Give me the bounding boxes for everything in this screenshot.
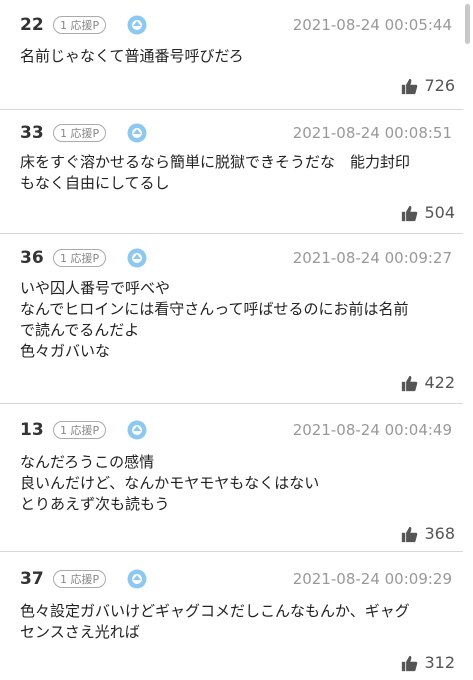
thumbs-up-icon — [402, 78, 418, 94]
comment-date: 2021-08-24 00:09:27 — [292, 249, 452, 267]
comment-text: 床をすぐ溶かせるなら簡単に脱獄できそうだな 能力封印 もなく自由にしてるし — [20, 152, 450, 194]
cheer-icon[interactable] — [127, 420, 147, 440]
comment-meta: 37 1 応援P 2021-08-24 00:09:29 — [20, 566, 460, 592]
like-count: 368 — [424, 524, 455, 543]
comment-line: とりあえず次も読もう — [20, 495, 170, 513]
comment-line: 色々設定ガバいけどギャグコメだしこんなもんか、ギャグ — [20, 602, 410, 620]
comment-line: なんだろうこの感情 — [20, 453, 155, 471]
comment-line: 名前じゃなくて普通番号呼びだろ — [20, 47, 244, 65]
comment-line: 良いんだけど、なんかモヤモヤもなくはない — [20, 474, 320, 492]
comment-date: 2021-08-24 00:09:29 — [292, 570, 452, 588]
cheer-icon[interactable] — [127, 15, 147, 35]
comment-meta: 13 1 応援P 2021-08-24 00:04:49 — [20, 417, 460, 443]
comment-meta: 36 1 応援P 2021-08-24 00:09:27 — [20, 245, 460, 271]
comment-item: 22 1 応援P 2021-08-24 00:05:44 名前じゃなくて普通番号… — [0, 0, 463, 110]
comment-number: 37 — [20, 569, 44, 589]
comment-text: なんだろうこの感情 良いんだけど、なんかモヤモヤもなくはない とりあえず次も読も… — [20, 452, 450, 515]
comment-text: 名前じゃなくて普通番号呼びだろ — [20, 46, 450, 67]
comment-line: なんでヒロインには看守さんって呼ばせるのにお前は名前 — [20, 300, 409, 318]
comment-meta: 22 1 応援P 2021-08-24 00:05:44 — [20, 12, 460, 38]
comment-line: センスさえ光れば — [20, 623, 140, 641]
comment-line: もなく自由にしてるし — [20, 174, 170, 192]
thumbs-up-icon — [402, 526, 418, 542]
comment-date: 2021-08-24 00:04:49 — [292, 421, 452, 439]
comment-item: 13 1 応援P 2021-08-24 00:04:49 なんだろうこの感情 良… — [0, 404, 463, 552]
comment-line: いや囚人番号で呼べや — [20, 279, 171, 297]
comment-number: 33 — [20, 123, 44, 143]
comment-date: 2021-08-24 00:05:44 — [292, 16, 452, 34]
like-count: 312 — [424, 653, 455, 672]
thumbs-up-icon — [402, 375, 418, 391]
cheer-points-badge: 1 応援P — [53, 16, 107, 34]
like-count: 504 — [424, 203, 455, 222]
like-button[interactable]: 726 — [401, 75, 455, 97]
cheer-points-badge: 1 応援P — [53, 421, 107, 439]
like-button[interactable]: 504 — [401, 202, 455, 224]
comment-date: 2021-08-24 00:08:51 — [292, 124, 452, 142]
cheer-icon[interactable] — [127, 123, 147, 143]
cheer-icon[interactable] — [127, 248, 147, 268]
scrollbar[interactable] — [465, 4, 470, 44]
comment-number: 36 — [20, 248, 44, 268]
comment-item: 37 1 応援P 2021-08-24 00:09:29 色々設定ガバいけどギャ… — [0, 552, 463, 680]
comment-number: 22 — [20, 15, 44, 35]
comment-text: いや囚人番号で呼べや なんでヒロインには看守さんって呼ばせるのにお前は名前 で読… — [20, 278, 450, 362]
cheer-icon[interactable] — [127, 569, 147, 589]
comment-line: 色々ガバいな — [20, 342, 111, 360]
comment-item: 36 1 応援P 2021-08-24 00:09:27 いや囚人番号で呼べや … — [0, 234, 463, 404]
comment-line: で読んでるんだよ — [20, 321, 140, 339]
like-button[interactable]: 422 — [401, 372, 455, 394]
comment-line: 床をすぐ溶かせるなら簡単に脱獄できそうだな 能力封印 — [20, 153, 411, 171]
thumbs-up-icon — [402, 205, 418, 221]
comment-meta: 33 1 応援P 2021-08-24 00:08:51 — [20, 120, 460, 146]
cheer-points-badge: 1 応援P — [53, 249, 107, 267]
comment-text: 色々設定ガバいけどギャグコメだしこんなもんか、ギャグ センスさえ光れば — [20, 601, 450, 643]
like-count: 422 — [424, 373, 455, 392]
comment-number: 13 — [20, 420, 44, 440]
like-count: 726 — [424, 76, 455, 95]
like-button[interactable]: 368 — [401, 523, 455, 545]
cheer-points-badge: 1 応援P — [53, 124, 107, 142]
thumbs-up-icon — [402, 655, 418, 671]
comment-item: 33 1 応援P 2021-08-24 00:08:51 床をすぐ溶かせるなら簡… — [0, 110, 463, 234]
cheer-points-badge: 1 応援P — [53, 570, 107, 588]
like-button[interactable]: 312 — [401, 652, 455, 674]
